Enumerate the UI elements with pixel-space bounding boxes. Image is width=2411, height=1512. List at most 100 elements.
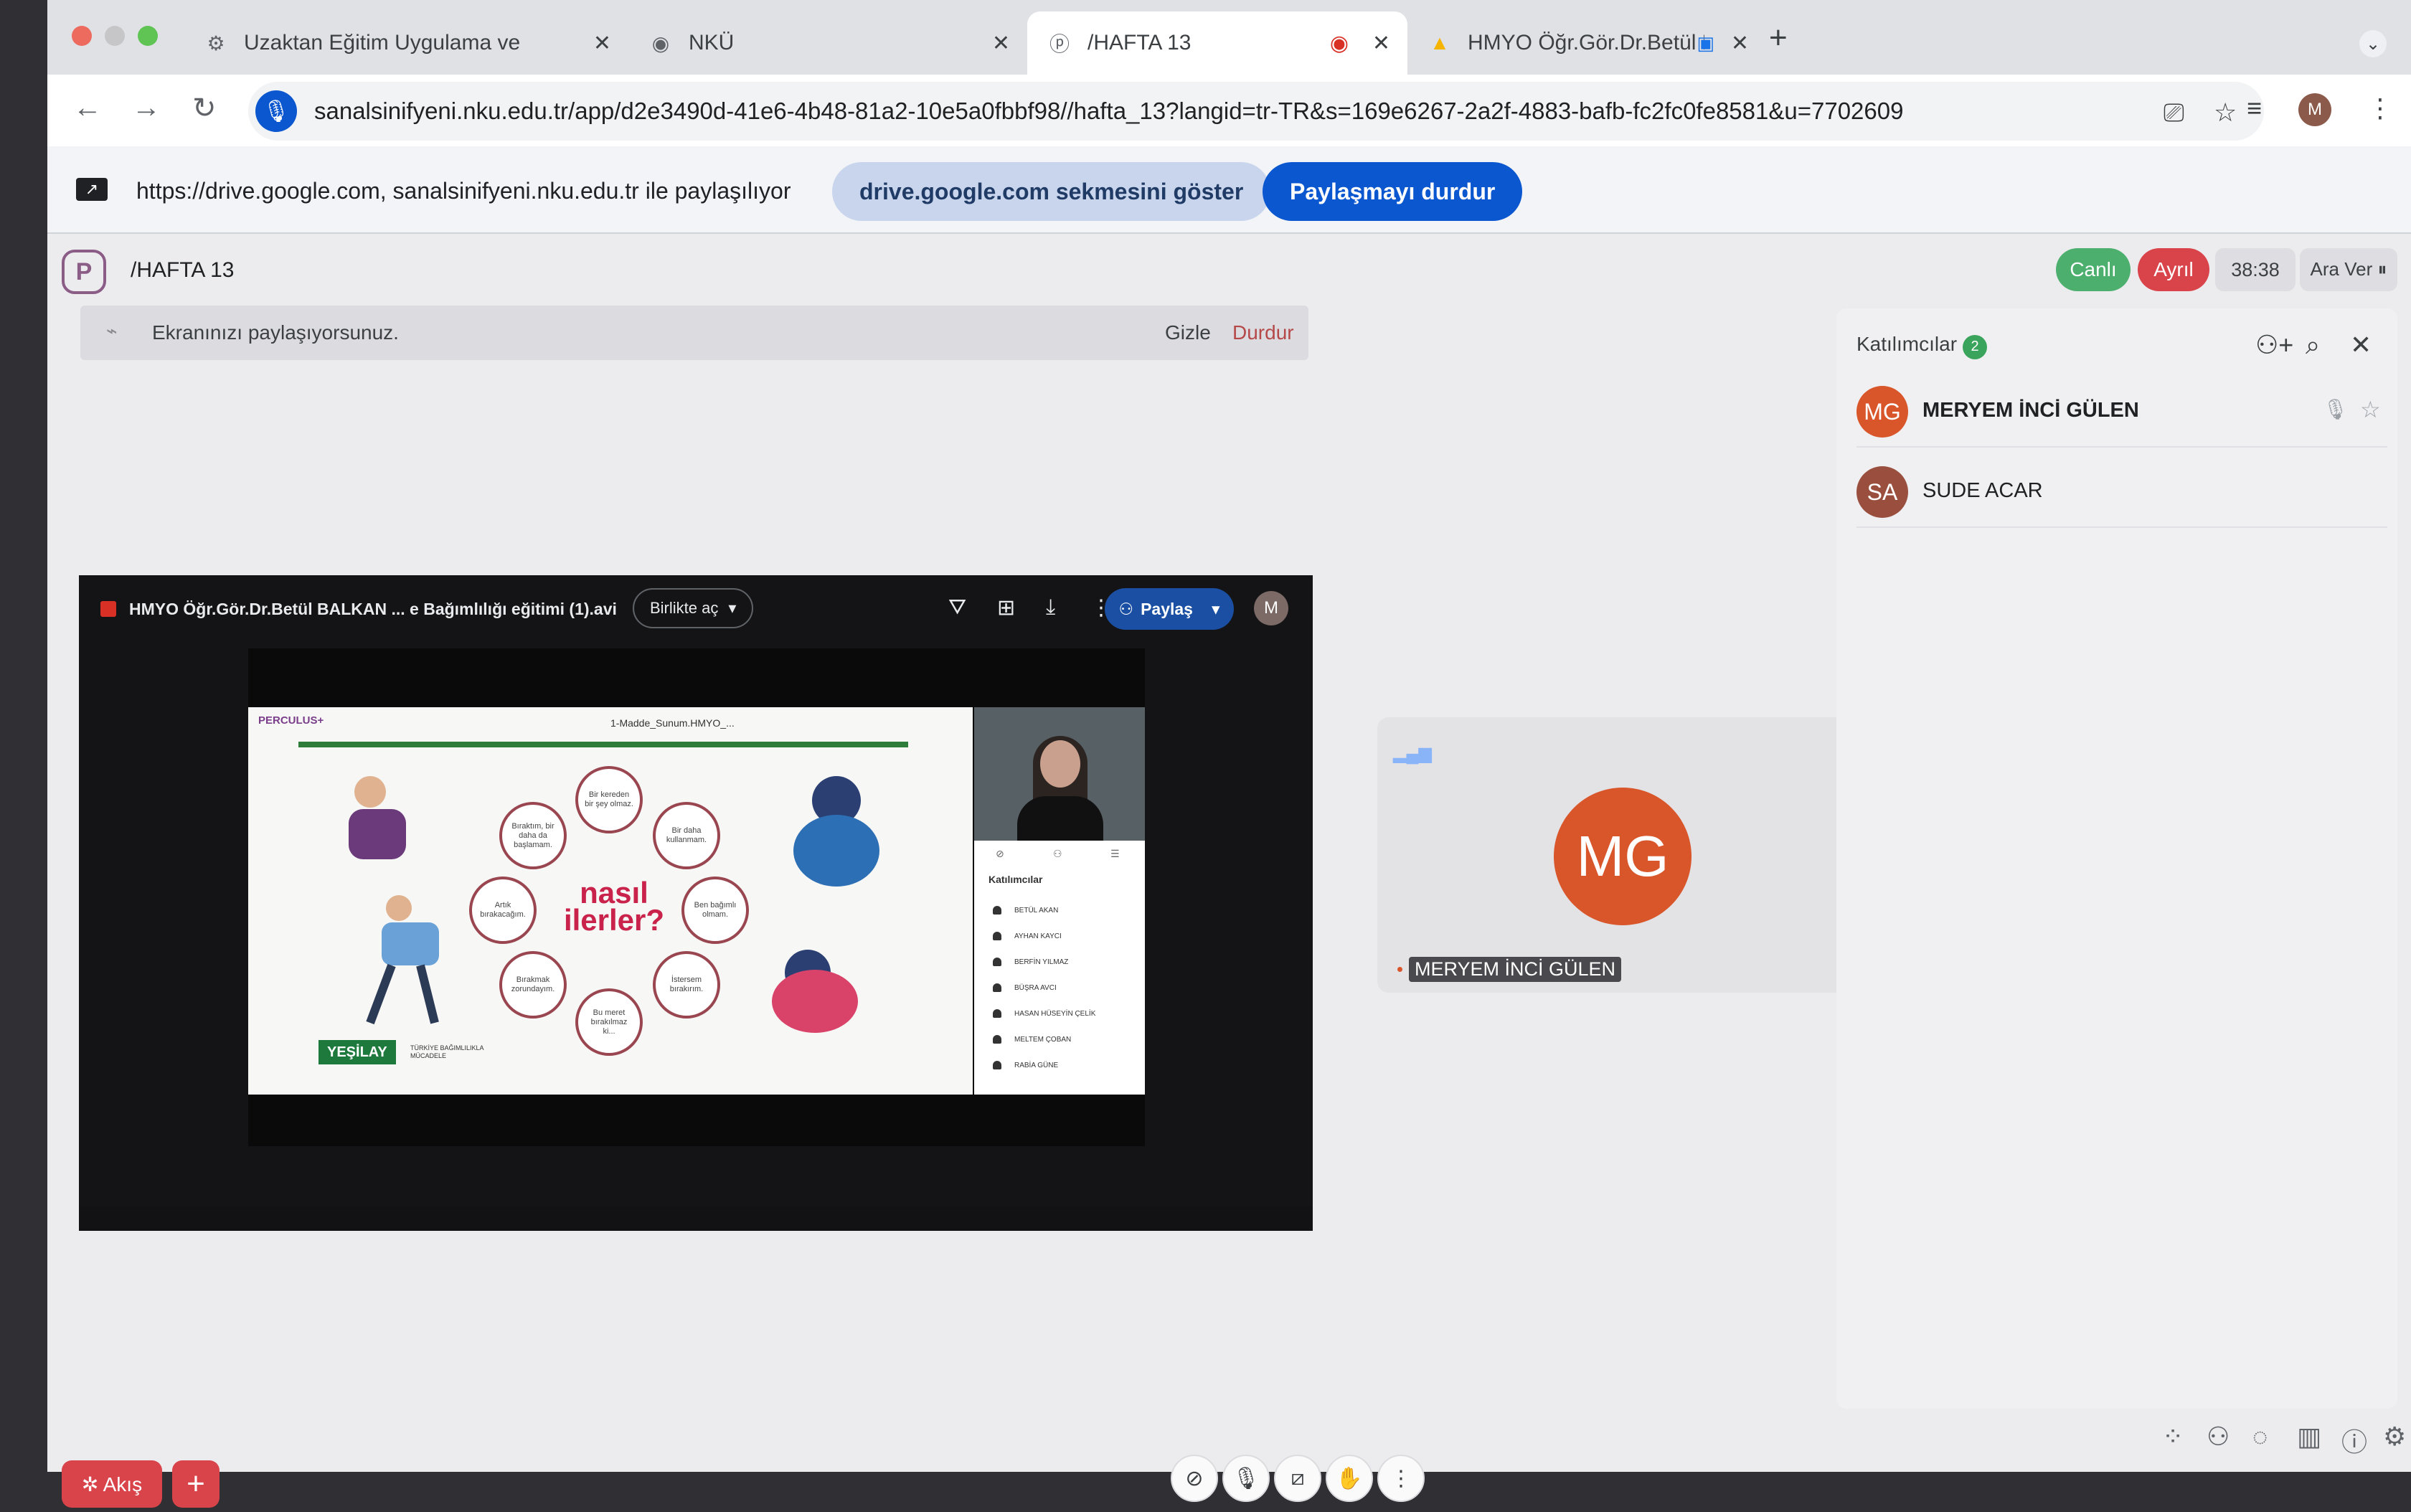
microphone-icon[interactable]: 🎙: [1222, 1455, 1270, 1502]
apps-grid-icon[interactable]: ⁘: [2162, 1422, 2184, 1452]
close-icon[interactable]: ✕: [593, 31, 611, 56]
microphone-icon[interactable]: 🎙: [255, 90, 297, 132]
address-bar[interactable]: 🎙 sanalsinifyeni.nku.edu.tr/app/d2e3490d…: [248, 82, 2264, 141]
screen-share-off-icon[interactable]: ⧄: [1274, 1455, 1321, 1502]
file-title-text: HMYO Öğr.Gör.Dr.Betül BALKAN ... e Bağım…: [129, 599, 617, 618]
add-participant-icon[interactable]: ⚇+: [2255, 330, 2293, 360]
mini-participant-name: BETÜL AKAN: [1014, 906, 1059, 915]
microphone-icon[interactable]: 🎙: [2323, 397, 2349, 421]
show-drive-tab-button[interactable]: drive.google.com sekmesini göster: [832, 162, 1271, 221]
raise-hand-icon[interactable]: ✋: [1326, 1455, 1373, 1502]
add-to-drive-icon[interactable]: ⛛: [948, 595, 966, 620]
profile-avatar[interactable]: M: [2298, 93, 2331, 126]
flow-button[interactable]: ✲ Akış: [62, 1460, 162, 1508]
caret-down-icon: ▾: [1211, 599, 1220, 618]
tab-label: NKÜ: [689, 31, 735, 55]
drive-icon: ▲: [1430, 32, 1450, 54]
stop-share-link[interactable]: Durdur: [1232, 321, 1294, 344]
mini-participants-title: Katılımcılar: [989, 874, 1043, 885]
person-icon: [993, 1035, 1001, 1044]
mini-participant-name: BÜŞRA AVCI: [1014, 983, 1057, 992]
viewer-avatar[interactable]: M: [1254, 591, 1288, 625]
settings-gear-icon[interactable]: ⚙: [2383, 1422, 2406, 1452]
participants-icon[interactable]: ⚇: [2207, 1422, 2230, 1452]
media-controls-icon[interactable]: ≡: [2247, 93, 2262, 123]
session-title: /HAFTA 13: [131, 258, 235, 282]
slide-bubble: İstersem bırakırım.: [653, 951, 720, 1019]
perculus-logo-icon: P: [62, 250, 106, 294]
more-options-icon[interactable]: ⋮: [2367, 93, 2393, 123]
slide-bubble: Bu meret bırakılmaz ki...: [575, 988, 643, 1056]
chat-icon[interactable]: ◌: [2252, 1422, 2268, 1452]
webcam-preview: [974, 707, 1145, 841]
stop-sharing-button[interactable]: Paylaşmayı durdur: [1263, 162, 1523, 221]
participants-title: Katılımcılar 2: [1856, 333, 1988, 359]
search-icon[interactable]: ⌕: [2306, 330, 2320, 361]
share-arrow-icon: ↗: [76, 178, 108, 201]
slide-doc-title: 1-Madde_Sunum.HMYO_...: [610, 717, 735, 729]
share-button[interactable]: ⚇ Paylaş ▾: [1105, 588, 1234, 630]
slide-headline: nasıl ilerler?: [563, 876, 665, 937]
tab-hafta-13[interactable]: ⓟ /HAFTA 13 ◉ ✕: [1027, 11, 1407, 75]
close-icon[interactable]: ✕: [1372, 31, 1390, 56]
forward-icon[interactable]: →: [132, 92, 161, 124]
close-icon[interactable]: ✕: [1731, 31, 1749, 56]
mini-participant-name: AYHAN KAYCI: [1014, 932, 1062, 940]
hide-notice-button[interactable]: Gizle: [1165, 321, 1211, 344]
slide-bubble: Bir kereden bir şey olmaz.: [575, 766, 643, 833]
mini-participant-row: HASAN HÜSEYİN ÇELİK: [993, 1003, 1095, 1024]
info-icon[interactable]: ⓘ: [2341, 1422, 2367, 1459]
open-with-button[interactable]: Birlikte aç ▾: [633, 588, 754, 628]
slide-bubble: Bir daha kullanmam.: [653, 802, 720, 869]
url-text[interactable]: sanalsinifyeni.nku.edu.tr/app/d2e3490d-4…: [314, 98, 1903, 125]
comment-icon[interactable]: ⊞: [997, 595, 1015, 620]
tab-label: HMYO Öğr.Gör.Dr.Betül B: [1468, 31, 1704, 55]
tab-uzaktan-egitim[interactable]: ⚙ Uzaktan Eğitim Uygulama ve ✕: [184, 11, 628, 75]
person-icon: [993, 1061, 1001, 1069]
bookmark-star-icon[interactable]: ☆: [2214, 98, 2237, 128]
recording-icon: ◉: [1329, 31, 1349, 55]
people-icon: ⚇: [1118, 599, 1134, 618]
download-icon[interactable]: ⤓: [1046, 595, 1055, 620]
share-label: Paylaş: [1141, 599, 1193, 618]
tab-nku[interactable]: ◉ NKÜ ✕: [628, 11, 1027, 75]
add-button[interactable]: +: [172, 1460, 220, 1508]
star-icon[interactable]: ☆: [2360, 396, 2381, 423]
mini-participant-name: RABİA GÜNE: [1014, 1061, 1059, 1069]
tab-search-icon[interactable]: ⌄: [2359, 30, 2387, 57]
person-icon: [993, 1009, 1001, 1018]
reload-icon[interactable]: ↻: [192, 92, 217, 125]
mini-link-icon: ⊘: [996, 848, 1004, 859]
participant-row[interactable]: MG MERYEM İNCİ GÜLEN 🎙 ☆: [1856, 367, 2387, 448]
close-icon[interactable]: ✕: [992, 31, 1010, 56]
slide-figures-illustration: [349, 776, 439, 1025]
tab-label: Uzaktan Eğitim Uygulama ve: [244, 31, 521, 55]
screen: ⚙ Uzaktan Eğitim Uygulama ve ✕ ◉ NKÜ ✕ ⓟ…: [0, 0, 2411, 1512]
install-app-icon[interactable]: ⎚: [2164, 98, 2184, 128]
drive-video-viewer: HMYO Öğr.Gör.Dr.Betül BALKAN ... e Bağım…: [79, 575, 1313, 1206]
mini-participant-name: MELTEM ÇOBAN: [1014, 1035, 1072, 1044]
back-icon[interactable]: ←: [73, 92, 102, 124]
tile-avatar: MG: [1554, 788, 1692, 925]
perculus-icon: ⓟ: [1049, 33, 1070, 55]
slide-bubble: Bıraktım, bir daha da başlamam.: [499, 802, 567, 869]
poll-chart-icon[interactable]: ▥: [2297, 1422, 2321, 1452]
close-window-button[interactable]: [72, 26, 92, 46]
tab-drive[interactable]: ▲ HMYO Öğr.Gör.Dr.Betül B ▣ ✕: [1407, 11, 1766, 75]
minimize-window-button[interactable]: [105, 26, 125, 46]
video-frame[interactable]: PERCULUS+ 1-Madde_Sunum.HMYO_... nasıl i…: [248, 648, 1145, 1146]
participant-row[interactable]: SA SUDE ACAR: [1856, 448, 2387, 528]
new-tab-button[interactable]: +: [1769, 20, 1788, 56]
mini-participants-panel: ⊘ ⚇ ☰ Katılımcılar BETÜL AKAN AYHAN KAYC…: [974, 841, 1145, 1095]
break-button[interactable]: Ara Ver ⏸: [2300, 248, 2397, 291]
leave-button[interactable]: Ayrıl: [2138, 248, 2209, 291]
participant-video-tile[interactable]: ▂▄▆ MG MERYEM İNCİ GÜLEN: [1377, 717, 1869, 993]
webcam-face: [1040, 740, 1080, 788]
shared-screen: HMYO Öğr.Gör.Dr.Betül BALKAN ... e Bağım…: [79, 575, 1313, 1231]
maximize-window-button[interactable]: [138, 26, 158, 46]
slide-women-illustration: [772, 776, 879, 1033]
tile-participant-name: MERYEM İNCİ GÜLEN: [1409, 957, 1622, 982]
camera-off-icon[interactable]: ⊘: [1171, 1455, 1218, 1502]
more-options-icon[interactable]: ⋮: [1377, 1455, 1425, 1502]
close-icon[interactable]: ✕: [2350, 330, 2372, 360]
